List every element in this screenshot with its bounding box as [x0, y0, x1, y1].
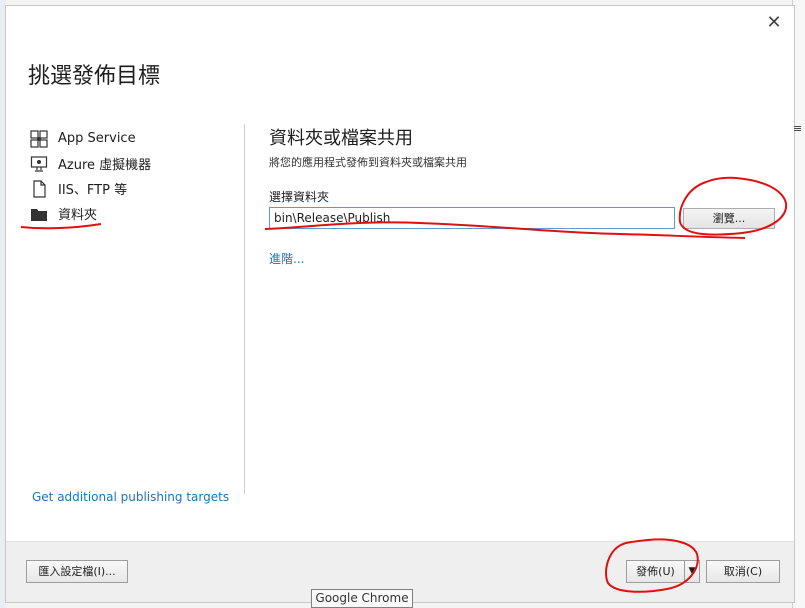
- cancel-button[interactable]: 取消(C): [706, 560, 780, 583]
- taskbar-tooltip: Google Chrome: [311, 589, 413, 608]
- panel-heading: 資料夾或檔案共用: [269, 128, 413, 149]
- background-text-fragment-1: ≡: [793, 122, 803, 135]
- app-service-icon: [30, 129, 48, 148]
- iis-ftp-icon: [30, 179, 48, 198]
- nav-item-iis-ftp[interactable]: IIS、FTP 等: [26, 176, 236, 201]
- nav-item-label: App Service: [58, 131, 136, 146]
- publish-target-list: App Service Azure 虛擬機器 IIS、FTP 等 資料夾: [20, 126, 236, 230]
- background-text-fragment: ≡: [793, 122, 805, 136]
- nav-item-label: IIS、FTP 等: [58, 183, 128, 198]
- publish-button[interactable]: 發佈(U): [626, 560, 684, 583]
- nav-item-app-service[interactable]: App Service: [26, 126, 236, 151]
- publish-target-dialog: ✕ 挑選發佈目標 App Service Azure 虛擬機器 IIS、FTP …: [5, 5, 795, 603]
- dialog-title: 挑選發佈目標: [28, 64, 161, 89]
- additional-targets-link[interactable]: Get additional publishing targets: [32, 490, 229, 504]
- vertical-divider: [244, 124, 245, 494]
- close-icon: ✕: [766, 12, 782, 33]
- virtual-machine-icon: [30, 155, 48, 173]
- browse-button[interactable]: 瀏覽...: [683, 208, 775, 229]
- folder-publish-panel: 資料夾或檔案共用 將您的應用程式發佈到資料夾或檔案共用 選擇資料夾 瀏覽... …: [269, 124, 789, 464]
- panel-subtitle: 將您的應用程式發佈到資料夾或檔案共用: [269, 156, 467, 169]
- folder-icon: [30, 205, 48, 223]
- advanced-link[interactable]: 進階...: [269, 250, 304, 267]
- nav-item-folder[interactable]: 資料夾: [20, 201, 236, 230]
- publish-dropdown-button[interactable]: ▼: [684, 560, 700, 583]
- nav-item-label: Azure 虛擬機器: [58, 158, 152, 173]
- folder-label: 選擇資料夾: [269, 190, 330, 204]
- chevron-down-icon: ▼: [688, 566, 696, 576]
- nav-item-azure-vm[interactable]: Azure 虛擬機器: [26, 151, 236, 176]
- folder-path-input[interactable]: [269, 207, 675, 229]
- import-profile-button[interactable]: 匯入設定檔(I)...: [26, 560, 128, 583]
- screenshot-page: ✕ 挑選發佈目標 App Service Azure 虛擬機器 IIS、FTP …: [0, 0, 805, 608]
- close-button[interactable]: ✕: [765, 14, 783, 32]
- annotation-underline: [20, 223, 102, 230]
- dialog-content-area: ✕ 挑選發佈目標 App Service Azure 虛擬機器 IIS、FTP …: [6, 6, 794, 541]
